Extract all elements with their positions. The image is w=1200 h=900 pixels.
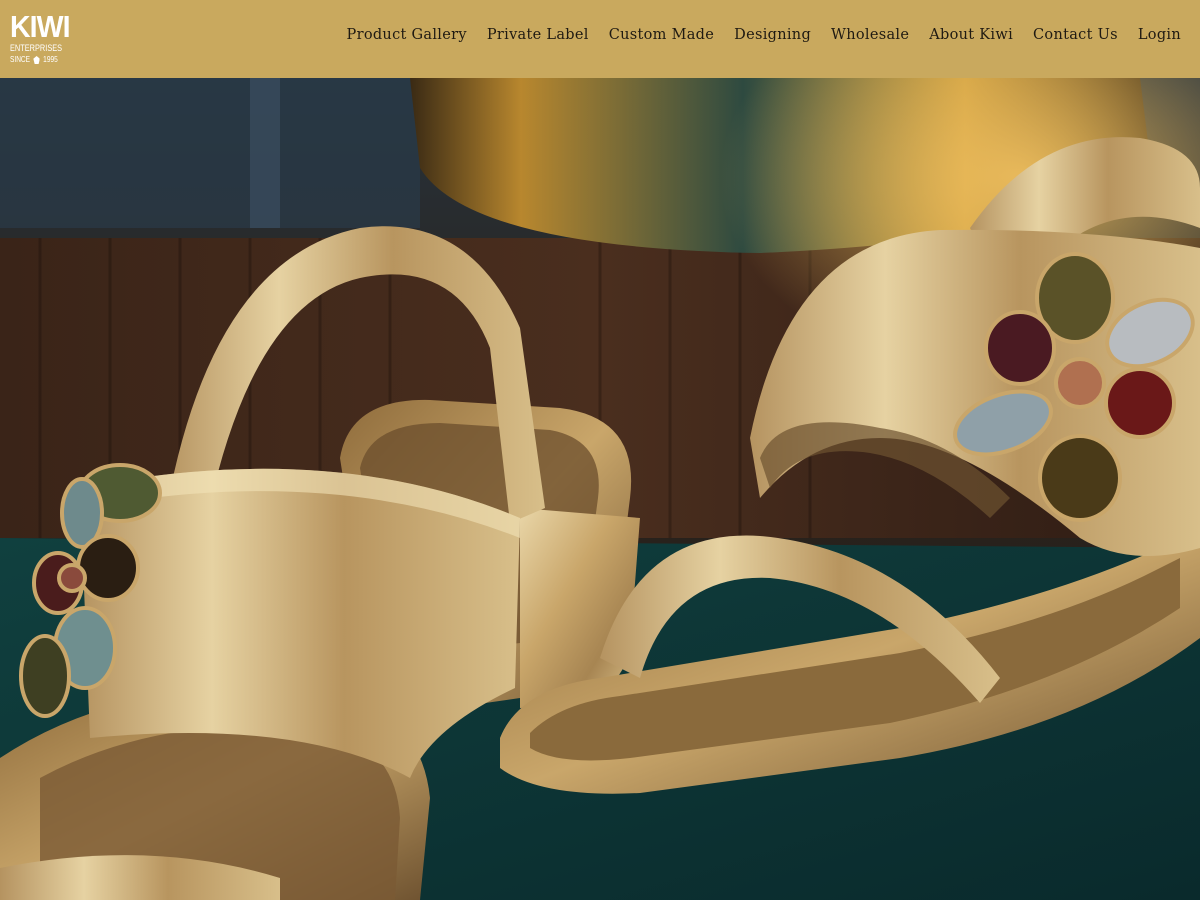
nav-product-gallery[interactable]: Product Gallery (347, 27, 467, 43)
hero-banner (0, 78, 1200, 900)
nav-private-label[interactable]: Private Label (487, 27, 589, 43)
hero-sandals-image (0, 78, 1200, 900)
nav-custom-made[interactable]: Custom Made (609, 27, 714, 43)
nav-about-kiwi[interactable]: About Kiwi (929, 27, 1013, 43)
logo-since-label: SINCE (10, 55, 31, 64)
nav-contact-us[interactable]: Contact Us (1033, 27, 1118, 43)
logo-year: 1995 (43, 55, 58, 64)
logo-wordmark: KIWI (10, 9, 71, 44)
logo-subtitle: ENTERPRISES (10, 43, 63, 53)
nav-login[interactable]: Login (1138, 27, 1181, 43)
nav-designing[interactable]: Designing (734, 27, 811, 43)
main-nav: Product Gallery Private Label Custom Mad… (347, 27, 1181, 43)
kiwi-logo[interactable]: KIWI ENTERPRISES SINCE 1995 (10, 9, 71, 67)
logo-since-line: SINCE 1995 (10, 55, 59, 65)
site-header: KIWI ENTERPRISES SINCE 1995 Product Gall… (0, 0, 1200, 78)
nav-wholesale[interactable]: Wholesale (831, 27, 909, 43)
logo-emblem-icon (33, 56, 40, 64)
